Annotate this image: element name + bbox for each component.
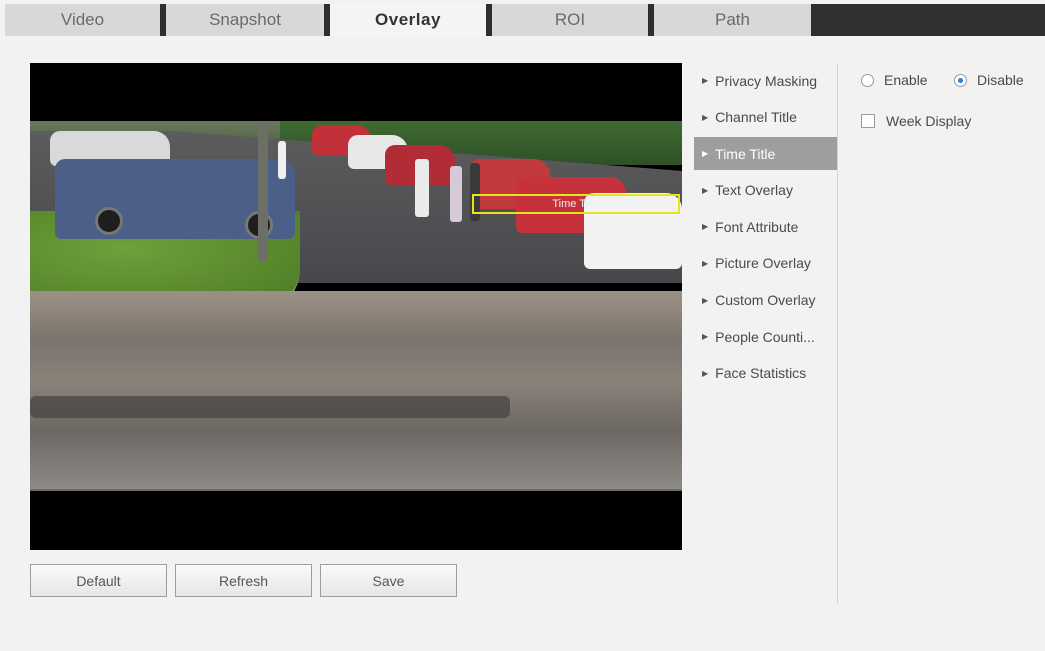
tab-bar-filler	[811, 4, 1045, 36]
triangle-right-icon: ▶	[702, 332, 709, 342]
pedestrian	[278, 141, 286, 179]
tab-video[interactable]: Video	[5, 4, 160, 36]
menu-divider	[837, 64, 838, 604]
menu-item-label: Privacy Masking	[715, 72, 818, 89]
time-title-overlay-box[interactable]: Time Title	[472, 194, 680, 214]
camera-scene: Time Title	[30, 121, 682, 491]
menu-item-picture-overlay[interactable]: ▶ Picture Overlay	[694, 247, 837, 280]
checkbox-icon[interactable]	[861, 114, 875, 128]
triangle-right-icon: ▶	[702, 258, 709, 268]
tab-roi[interactable]: ROI	[492, 4, 648, 36]
menu-item-label: Time Title	[715, 145, 776, 162]
tab-bar: Video Snapshot Overlay ROI Path	[0, 0, 1045, 40]
tab-overlay[interactable]: Overlay	[330, 4, 486, 36]
triangle-right-icon: ▶	[702, 185, 709, 195]
triangle-right-icon: ▶	[702, 76, 709, 85]
menu-item-label: Face Statistics	[715, 365, 807, 382]
triangle-right-icon: ▶	[702, 295, 709, 305]
save-button[interactable]: Save	[320, 564, 457, 597]
refresh-button[interactable]: Refresh	[175, 564, 312, 597]
video-preview[interactable]: Time Title	[30, 63, 682, 550]
menu-item-font-attribute[interactable]: ▶ Font Attribute	[694, 210, 837, 243]
menu-item-privacy-masking[interactable]: ▶ Privacy Masking	[694, 64, 837, 97]
tab-path[interactable]: Path	[654, 4, 811, 36]
tree-trunk	[258, 121, 268, 261]
disable-radio[interactable]: Disable	[954, 72, 1024, 88]
menu-item-label: Picture Overlay	[715, 255, 811, 272]
triangle-right-icon: ▶	[702, 112, 709, 122]
pedestrian	[450, 166, 462, 222]
menu-item-label: Custom Overlay	[715, 292, 816, 309]
week-display-label: Week Display	[886, 113, 972, 129]
menu-item-channel-title[interactable]: ▶ Channel Title	[694, 101, 837, 134]
default-button[interactable]: Default	[30, 564, 167, 597]
menu-item-label: People Counti...	[715, 328, 815, 345]
menu-item-face-statistics[interactable]: ▶ Face Statistics	[694, 357, 837, 390]
disable-label: Disable	[977, 72, 1024, 88]
pedestrian	[415, 159, 429, 217]
tab-snapshot[interactable]: Snapshot	[166, 4, 324, 36]
menu-item-text-overlay[interactable]: ▶ Text Overlay	[694, 174, 837, 207]
menu-item-label: Text Overlay	[715, 182, 793, 199]
menu-item-label: Font Attribute	[715, 218, 799, 235]
menu-item-label: Channel Title	[715, 109, 797, 126]
enable-label: Enable	[884, 72, 928, 88]
overlay-menu: ▶ Privacy Masking ▶ Channel Title ▶ Time…	[694, 64, 837, 393]
enable-radio[interactable]: Enable	[861, 72, 928, 88]
triangle-right-icon: ▶	[702, 368, 709, 378]
triangle-right-icon: ▶	[702, 222, 709, 232]
triangle-right-icon: ▶	[702, 149, 709, 159]
menu-item-time-title[interactable]: ▶ Time Title	[694, 137, 837, 171]
menu-item-custom-overlay[interactable]: ▶ Custom Overlay	[694, 284, 837, 317]
pavement	[30, 291, 682, 491]
radio-unchecked-icon[interactable]	[861, 73, 874, 87]
week-display-checkbox[interactable]: Week Display	[861, 113, 971, 129]
menu-item-people-counting[interactable]: ▶ People Counti...	[694, 320, 837, 353]
radio-checked-icon[interactable]	[954, 73, 967, 87]
